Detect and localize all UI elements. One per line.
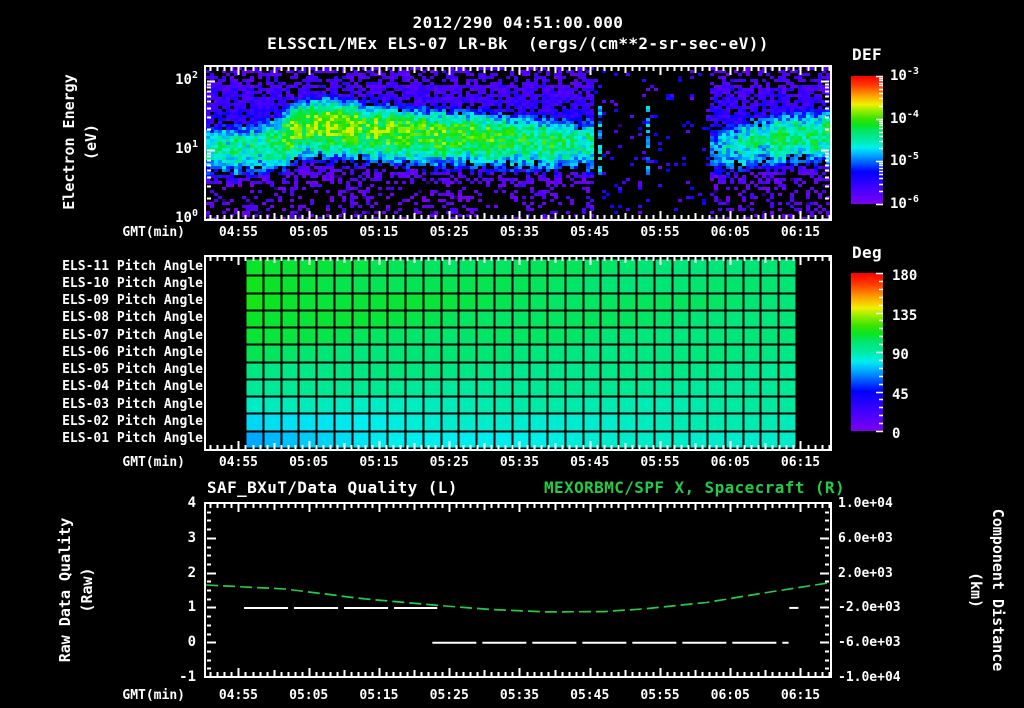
pitch-angle-grid-canvas: [204, 254, 832, 452]
y-tick-base: 10: [175, 71, 192, 88]
p3-left-tick-label: 4: [187, 495, 196, 511]
p3-right-tick-label: -1.0e+04: [838, 670, 901, 685]
page-title-datetime: 2012/290 04:51:00.000: [412, 13, 624, 32]
p2-row-label: ELS-07 Pitch Angle: [62, 327, 203, 343]
p2-row-label: ELS-09 Pitch Angle: [62, 293, 203, 309]
p2-row-label: ELS-02 Pitch Angle: [62, 414, 203, 430]
p2-row-label: ELS-08 Pitch Angle: [62, 310, 203, 326]
p3-left-axis-label-line1: Raw Data Quality: [56, 517, 74, 663]
def-colorbar-title: DEF: [851, 45, 883, 64]
p2-row-label: ELS-04 Pitch Angle: [62, 379, 203, 395]
cbar-tick-base: 10: [890, 153, 907, 170]
x-tick-label: 05:55: [640, 688, 680, 703]
y-tick-exponent: 1: [191, 138, 198, 150]
p3-right-tick-label: 6.0e+03: [838, 530, 893, 546]
p2-row-label: ELS-03 Pitch Angle: [62, 396, 203, 412]
x-tick-label: 06:05: [710, 225, 750, 240]
x-tick-label: 05:55: [640, 225, 680, 240]
def-colorbar-tick-label: 10-3: [890, 66, 919, 84]
deg-colorbar-tick-label: 135: [892, 307, 918, 324]
x-tick-label: 05:15: [359, 225, 399, 240]
x-tick-label: 05:25: [429, 455, 469, 470]
x-tick-label: 05:25: [429, 225, 469, 240]
p2-row-label: ELS-10 Pitch Angle: [62, 275, 203, 291]
def-colorbar-tick-label: 10-6: [890, 194, 919, 213]
x-tick-label: 05:45: [570, 225, 610, 240]
p3-left-axis-label-line2: (Raw): [78, 567, 96, 613]
cbar-tick-base: 10: [890, 196, 907, 213]
x-tick-label: 06:15: [780, 455, 821, 470]
x-tick-label: 05:55: [640, 455, 680, 470]
p2-row-label: ELS-05 Pitch Angle: [62, 362, 203, 378]
p2-row-label: ELS-06 Pitch Angle: [62, 344, 203, 360]
x-tick-label: 06:05: [710, 688, 750, 703]
x-tick-label: 05:05: [289, 455, 329, 470]
x-tick-label: 05:15: [359, 688, 399, 703]
cbar-tick-exponent: -3: [906, 66, 919, 77]
p3-left-axis-label: Raw Data Quality (Raw): [54, 518, 98, 663]
p3-left-tick-label: -1: [179, 669, 196, 685]
p3-right-axis-label: Component Distance (km): [965, 509, 1009, 672]
p1-x-axis-label: GMT(min): [122, 225, 185, 240]
x-tick-label: 04:55: [218, 225, 259, 240]
deg-colorbar-title: Deg: [851, 243, 883, 262]
x-tick-label: 05:05: [289, 688, 329, 703]
deg-colorbar-canvas: [849, 271, 885, 435]
x-tick-label: 05:25: [429, 688, 469, 703]
p3-right-tick-label: -2.0e+03: [838, 600, 901, 616]
cbar-tick-exponent: -6: [906, 194, 919, 206]
p2-row-label: ELS-01 Pitch Angle: [62, 431, 203, 447]
cbar-tick-base: 10: [890, 68, 907, 84]
x-tick-label: 05:35: [499, 688, 540, 703]
def-colorbar-canvas: [849, 74, 885, 206]
deg-colorbar-tick-label: 0: [892, 426, 901, 442]
p3-left-tick-label: 2: [187, 564, 196, 581]
p3-right-axis-label-line1: Component Distance: [989, 508, 1007, 672]
x-tick-label: 05:05: [289, 225, 329, 240]
p3-title-right: MEXORBMC/SPF X, Spacecraft (R): [544, 478, 845, 497]
deg-colorbar-tick-label: 180: [892, 268, 918, 284]
x-tick-label: 06:05: [710, 455, 750, 470]
cbar-tick-base: 10: [890, 110, 907, 127]
x-tick-label: 06:15: [780, 688, 821, 703]
y-tick-base: 10: [175, 140, 192, 157]
spectrogram-page: 2012/290 04:51:00.000 ELSSCIL/MEx ELS-07…: [0, 0, 1024, 708]
deg-colorbar-tick-label: 90: [892, 347, 909, 363]
x-tick-label: 05:15: [359, 455, 399, 470]
p3-right-axis-label-line2: (km): [967, 571, 985, 609]
p2-row-label: ELS-11 Pitch Angle: [62, 258, 203, 274]
p1-y-tick-label: 100: [138, 207, 198, 226]
p1-y-axis-label-line1: Electron Energy: [60, 74, 78, 210]
x-tick-label: 05:45: [570, 455, 610, 470]
p3-right-tick-label: 1.0e+04: [838, 496, 893, 511]
p3-left-tick-label: 0: [187, 634, 196, 651]
electron-energy-spectrogram-canvas: [204, 64, 832, 222]
p3-x-axis-label: GMT(min): [122, 688, 185, 703]
p1-y-tick-label: 101: [138, 138, 198, 157]
y-tick-exponent: 0: [191, 207, 198, 219]
cbar-tick-exponent: -4: [906, 108, 919, 120]
def-colorbar-tick-label: 10-5: [890, 151, 919, 170]
x-tick-label: 04:55: [218, 455, 259, 470]
x-tick-label: 05:35: [499, 455, 540, 470]
p1-y-tick-label: 102: [138, 69, 198, 88]
deg-colorbar-tick-label: 45: [892, 386, 909, 403]
p3-left-tick-label: 1: [187, 599, 196, 616]
p1-y-axis-label-line2: (eV): [82, 123, 100, 161]
x-tick-label: 06:15: [780, 225, 821, 240]
p1-y-axis-label: Electron Energy (eV): [58, 74, 102, 209]
y-tick-base: 10: [175, 209, 192, 226]
p3-right-tick-label: -6.0e+03: [838, 635, 901, 651]
quality-distance-plot-canvas: [204, 499, 832, 681]
def-colorbar-tick-label: 10-4: [890, 108, 919, 127]
x-tick-label: 04:55: [218, 688, 259, 703]
p3-left-tick-label: 3: [187, 529, 196, 546]
cbar-tick-exponent: -5: [906, 151, 919, 163]
p2-x-axis-label: GMT(min): [122, 455, 185, 470]
p3-right-tick-label: 2.0e+03: [838, 565, 893, 581]
y-tick-exponent: 2: [191, 69, 198, 81]
page-title-instrument: ELSSCIL/MEx ELS-07 LR-Bk (ergs/(cm**2-sr…: [267, 34, 769, 53]
x-tick-label: 05:35: [499, 225, 540, 240]
x-tick-label: 05:45: [570, 688, 610, 703]
